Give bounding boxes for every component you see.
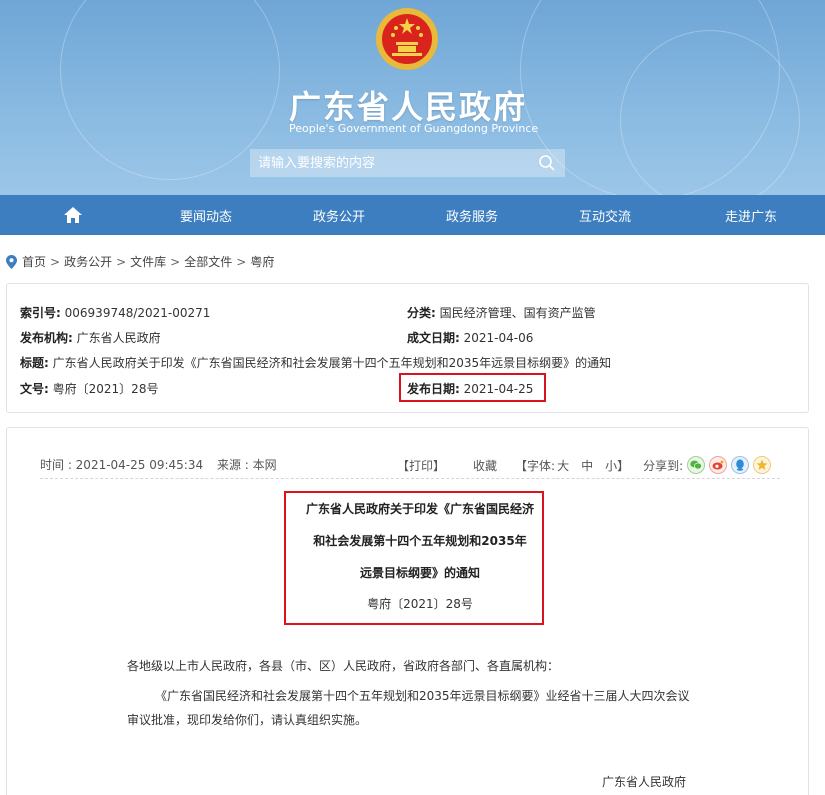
header-banner: 广东省人民政府 People's Government of Guangdong… (0, 0, 825, 195)
font-size-label: 【字体: (515, 458, 556, 473)
breadcrumb-home[interactable]: 首页 (22, 253, 46, 270)
paragraph-line1: 《广东省国民经济和社会发展第十四个五年规划和2035年远景目标纲要》业经省十三届… (155, 689, 690, 703)
national-emblem-icon (376, 8, 438, 70)
title-highlight (284, 491, 544, 625)
weibo-share-button[interactable] (709, 456, 728, 474)
star-icon (756, 459, 768, 470)
issuing-agency: 发布机构: 广东省人民政府 (20, 329, 161, 346)
font-medium-button[interactable]: 中 (581, 457, 593, 474)
breadcrumb-separator: > (170, 254, 181, 269)
font-large-button[interactable]: 大 (557, 457, 569, 474)
qzone-share-button[interactable] (753, 456, 772, 474)
breadcrumb-separator: > (50, 254, 61, 269)
weibo-icon (712, 460, 724, 470)
meta-divider (40, 478, 780, 479)
written-date-value: 2021-04-06 (463, 331, 534, 345)
font-size-bracket: 】 (617, 458, 630, 473)
nav-gov-services[interactable]: 政务服务 (411, 195, 533, 235)
document-title-line: 标题: 广东省人民政府关于印发《广东省国民经济和社会发展第十四个五年规划和203… (20, 354, 611, 371)
document-info-box: 索引号: 006939748/2021-00271 分类: 国民经济管理、国有资… (6, 283, 809, 413)
publish-date-highlight (399, 373, 546, 402)
docno-label: 文号: (20, 382, 49, 396)
index-number: 索引号: 006939748/2021-00271 (20, 304, 210, 321)
main-nav: 要闻动态 政务公开 政务服务 互动交流 走进广东 (0, 195, 825, 235)
nav-interaction[interactable]: 互动交流 (533, 195, 677, 235)
breadcrumb-separator: > (116, 254, 127, 269)
issuer-label: 发布机构: (20, 331, 73, 345)
location-pin-icon (6, 254, 17, 269)
wechat-icon (690, 460, 703, 470)
qq-share-button[interactable] (731, 456, 750, 474)
share-icons (687, 456, 772, 474)
category: 分类: 国民经济管理、国有资产监管 (407, 304, 596, 321)
title-label: 标题: (20, 356, 49, 370)
signature: 广东省人民政府 (602, 775, 687, 789)
search-icon (539, 155, 555, 171)
site-subtitle: People's Government of Guangdong Provinc… (289, 122, 539, 135)
print-button[interactable]: 【打印】 (397, 457, 445, 474)
home-icon (63, 207, 82, 223)
category-value: 国民经济管理、国有资产监管 (439, 306, 596, 320)
font-small-button[interactable]: 小 (605, 457, 617, 474)
paragraph-line2: 审议批准，现印发给你们，请认真组织实施。 (127, 713, 368, 727)
index-label: 索引号: (20, 306, 61, 320)
title-value: 广东省人民政府关于印发《广东省国民经济和社会发展第十四个五年规划和2035年远景… (52, 356, 612, 370)
article-meta: 时间 : 2021-04-25 09:45:34 来源 : 本网 【打印】 收藏… (40, 454, 780, 474)
share-label: 分享到: (643, 458, 684, 473)
nav-news[interactable]: 要闻动态 (145, 195, 267, 235)
docno-value: 粤府〔2021〕28号 (52, 382, 159, 396)
written-date: 成文日期: 2021-04-06 (407, 329, 533, 346)
article-meta-left: 时间 : 2021-04-25 09:45:34 来源 : 本网 (40, 456, 277, 473)
article-tools: 【打印】 收藏 【字体: 大 中 小 】 分享到: (397, 456, 772, 474)
favorite-button[interactable]: 收藏 (473, 457, 497, 474)
search-button[interactable] (529, 149, 565, 177)
index-value: 006939748/2021-00271 (64, 306, 211, 320)
search-input[interactable] (258, 149, 528, 177)
article-source: 来源 : 本网 (216, 458, 277, 472)
nav-about-guangdong[interactable]: 走进广东 (677, 195, 825, 235)
banner-decoration (60, 0, 280, 180)
breadcrumb-document-library[interactable]: 文件库 (130, 253, 166, 270)
issuer-value: 广东省人民政府 (76, 331, 161, 345)
category-label: 分类: (407, 306, 436, 320)
qq-icon (736, 459, 744, 471)
document-number: 文号: 粤府〔2021〕28号 (20, 380, 158, 397)
breadcrumb-separator: > (236, 254, 247, 269)
breadcrumb-gov-affairs[interactable]: 政务公开 (64, 253, 112, 270)
search-box (250, 149, 565, 177)
article-panel: 时间 : 2021-04-25 09:45:34 来源 : 本网 【打印】 收藏… (6, 427, 809, 795)
written-date-label: 成文日期: (407, 331, 460, 345)
publish-time: 时间 : 2021-04-25 09:45:34 (40, 458, 204, 472)
salutation: 各地级以上市人民政府，各县（市、区）人民政府，省政府各部门、各直属机构： (127, 659, 560, 673)
nav-gov-affairs[interactable]: 政务公开 (267, 195, 411, 235)
nav-home[interactable] (0, 195, 145, 235)
banner-decoration (620, 30, 800, 195)
breadcrumb: 首页 > 政务公开 > 文件库 > 全部文件 > 粤府 (6, 253, 274, 270)
breadcrumb-all-documents[interactable]: 全部文件 (184, 253, 232, 270)
breadcrumb-current[interactable]: 粤府 (250, 253, 274, 270)
wechat-share-button[interactable] (687, 456, 706, 474)
